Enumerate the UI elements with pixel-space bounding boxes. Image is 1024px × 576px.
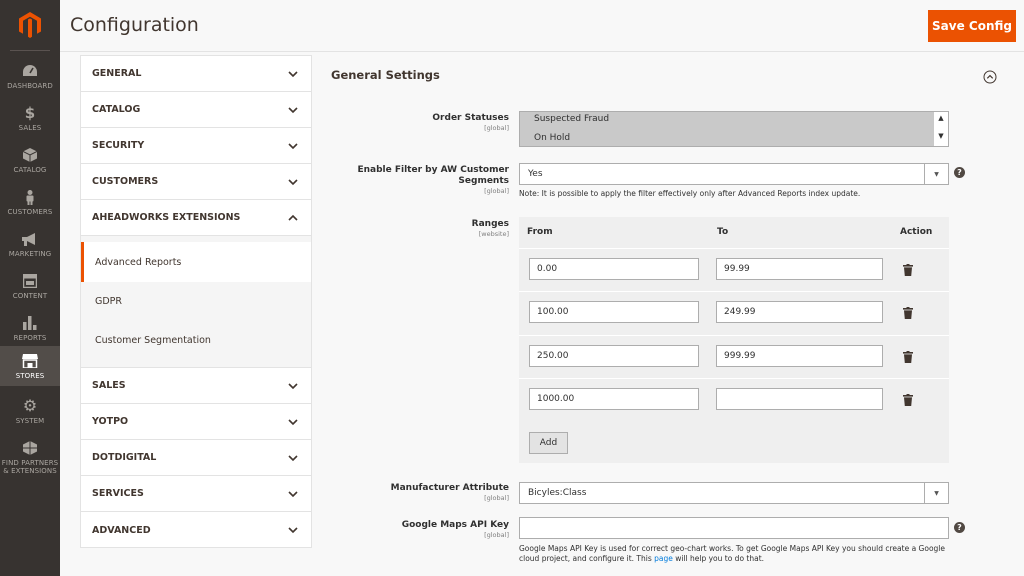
header-divider (60, 51, 1024, 52)
range-to-input[interactable] (716, 388, 883, 410)
tab-dotdigital[interactable]: DOTDIGITAL (81, 440, 311, 476)
multiselect-scrollbar[interactable]: ▲ ▼ (934, 112, 948, 146)
person-icon (25, 189, 35, 206)
row-divider (519, 248, 949, 249)
tab-catalog[interactable]: CATALOG (81, 92, 311, 128)
trash-icon[interactable] (903, 307, 913, 319)
subtab-gdpr[interactable]: GDPR (81, 281, 311, 321)
section-title: General Settings (331, 68, 440, 82)
nav-find-partners[interactable]: FIND PARTNERS & EXTENSIONS (0, 432, 60, 482)
nav-dashboard[interactable]: DASHBOARD (0, 55, 60, 97)
nav-content[interactable]: CONTENT (0, 265, 60, 307)
magento-logo-icon (19, 12, 41, 38)
range-from-input[interactable]: 100.00 (529, 301, 699, 323)
gmaps-key-input[interactable] (519, 517, 949, 539)
dollar-icon: $ (24, 103, 36, 122)
tab-advanced[interactable]: ADVANCED (81, 512, 311, 548)
column-action: Action (900, 227, 933, 237)
chevron-down-icon (288, 107, 298, 114)
tab-security[interactable]: SECURITY (81, 128, 311, 164)
range-to-input[interactable]: 99.99 (716, 258, 883, 280)
nav-reports[interactable]: REPORTS (0, 307, 60, 349)
nav-marketing[interactable]: MARKETING (0, 223, 60, 265)
scroll-up-icon[interactable]: ▲ (938, 114, 943, 122)
range-from-input[interactable]: 0.00 (529, 258, 699, 280)
row-divider (519, 291, 949, 292)
chevron-down-icon (288, 383, 298, 390)
range-to-input[interactable]: 999.99 (716, 345, 883, 367)
tab-aheadworks-extensions[interactable]: AHEADWORKS EXTENSIONS (81, 200, 311, 236)
chevron-down-icon (288, 491, 298, 498)
tab-general[interactable]: GENERAL (81, 56, 311, 92)
chevron-up-icon (288, 214, 298, 221)
manufacturer-select[interactable]: Bicyles:Class ▼ (519, 482, 949, 504)
ranges-table: From To Action 0.00 99.99 100.00 249.99 … (519, 217, 949, 463)
dashboard-icon (22, 63, 38, 80)
admin-sidebar: DASHBOARD $ SALES CATALOG CUSTOMERS MARK… (0, 0, 60, 576)
gear-icon: ⚙ (22, 396, 38, 415)
gmaps-help-link[interactable]: page (654, 554, 673, 563)
range-from-input[interactable]: 1000.00 (529, 388, 699, 410)
aheadworks-subitems: Advanced Reports GDPR Customer Segmentat… (81, 236, 311, 368)
layout-icon (23, 273, 37, 290)
help-icon[interactable]: ? (954, 522, 965, 533)
subtab-advanced-reports[interactable]: Advanced Reports (81, 242, 311, 282)
chevron-down-icon (288, 71, 298, 78)
tab-services[interactable]: SERVICES (81, 476, 311, 512)
page-title: Configuration (70, 14, 199, 36)
ranges-label: Ranges [website] (471, 219, 509, 238)
chevron-down-icon (288, 419, 298, 426)
column-to: To (717, 227, 729, 237)
subtab-customer-segmentation[interactable]: Customer Segmentation (81, 320, 311, 360)
enable-filter-select[interactable]: Yes ▼ (519, 163, 949, 185)
magento-logo[interactable] (0, 0, 60, 50)
order-status-option[interactable]: On Hold (520, 129, 934, 146)
add-range-button[interactable]: Add (529, 432, 568, 454)
gmaps-key-note: Google Maps API Key is used for correct … (519, 544, 946, 563)
order-status-option[interactable]: Suspected Fraud (520, 112, 934, 128)
bar-chart-icon (23, 315, 37, 332)
nav-customers[interactable]: CUSTOMERS (0, 181, 60, 223)
nav-system[interactable]: ⚙ SYSTEM (0, 390, 60, 432)
dropdown-arrow-icon: ▼ (924, 164, 948, 184)
trash-icon[interactable] (903, 264, 913, 276)
enable-filter-label: Enable Filter by AW Customer Segments [g… (357, 165, 509, 195)
chevron-down-icon (288, 143, 298, 150)
config-tabs: GENERAL CATALOG SECURITY CUSTOMERS AHEAD… (80, 55, 312, 548)
range-from-input[interactable]: 250.00 (529, 345, 699, 367)
column-from: From (527, 227, 553, 237)
scroll-down-icon[interactable]: ▼ (938, 132, 943, 140)
chevron-down-icon (288, 455, 298, 462)
range-to-input[interactable]: 249.99 (716, 301, 883, 323)
megaphone-icon (22, 231, 38, 248)
manufacturer-label: Manufacturer Attribute [global] (390, 483, 509, 502)
collapse-section-icon[interactable] (983, 70, 997, 84)
save-config-button[interactable]: Save Config (928, 10, 1016, 42)
tab-customers[interactable]: CUSTOMERS (81, 164, 311, 200)
order-statuses-label: Order Statuses [global] (432, 113, 509, 132)
nav-stores[interactable]: STORES (0, 346, 60, 386)
order-statuses-multiselect[interactable]: Suspected Fraud On Hold ▲ ▼ (519, 111, 949, 147)
trash-icon[interactable] (903, 394, 913, 406)
nav-sales[interactable]: $ SALES (0, 97, 60, 139)
store-icon (22, 353, 38, 370)
tab-sales[interactable]: SALES (81, 368, 311, 404)
tab-yotpo[interactable]: YOTPO (81, 404, 311, 440)
box-icon (23, 147, 37, 164)
cubes-icon (23, 440, 37, 457)
gmaps-key-label: Google Maps API Key [global] (401, 520, 509, 539)
logo-divider (10, 50, 50, 51)
dropdown-arrow-icon: ▼ (924, 483, 948, 503)
help-icon[interactable]: ? (954, 167, 965, 178)
row-divider (519, 378, 949, 379)
enable-filter-note: Note: It is possible to apply the filter… (519, 189, 861, 198)
row-divider (519, 335, 949, 336)
chevron-down-icon (288, 179, 298, 186)
trash-icon[interactable] (903, 351, 913, 363)
chevron-down-icon (288, 527, 298, 534)
nav-catalog[interactable]: CATALOG (0, 139, 60, 181)
